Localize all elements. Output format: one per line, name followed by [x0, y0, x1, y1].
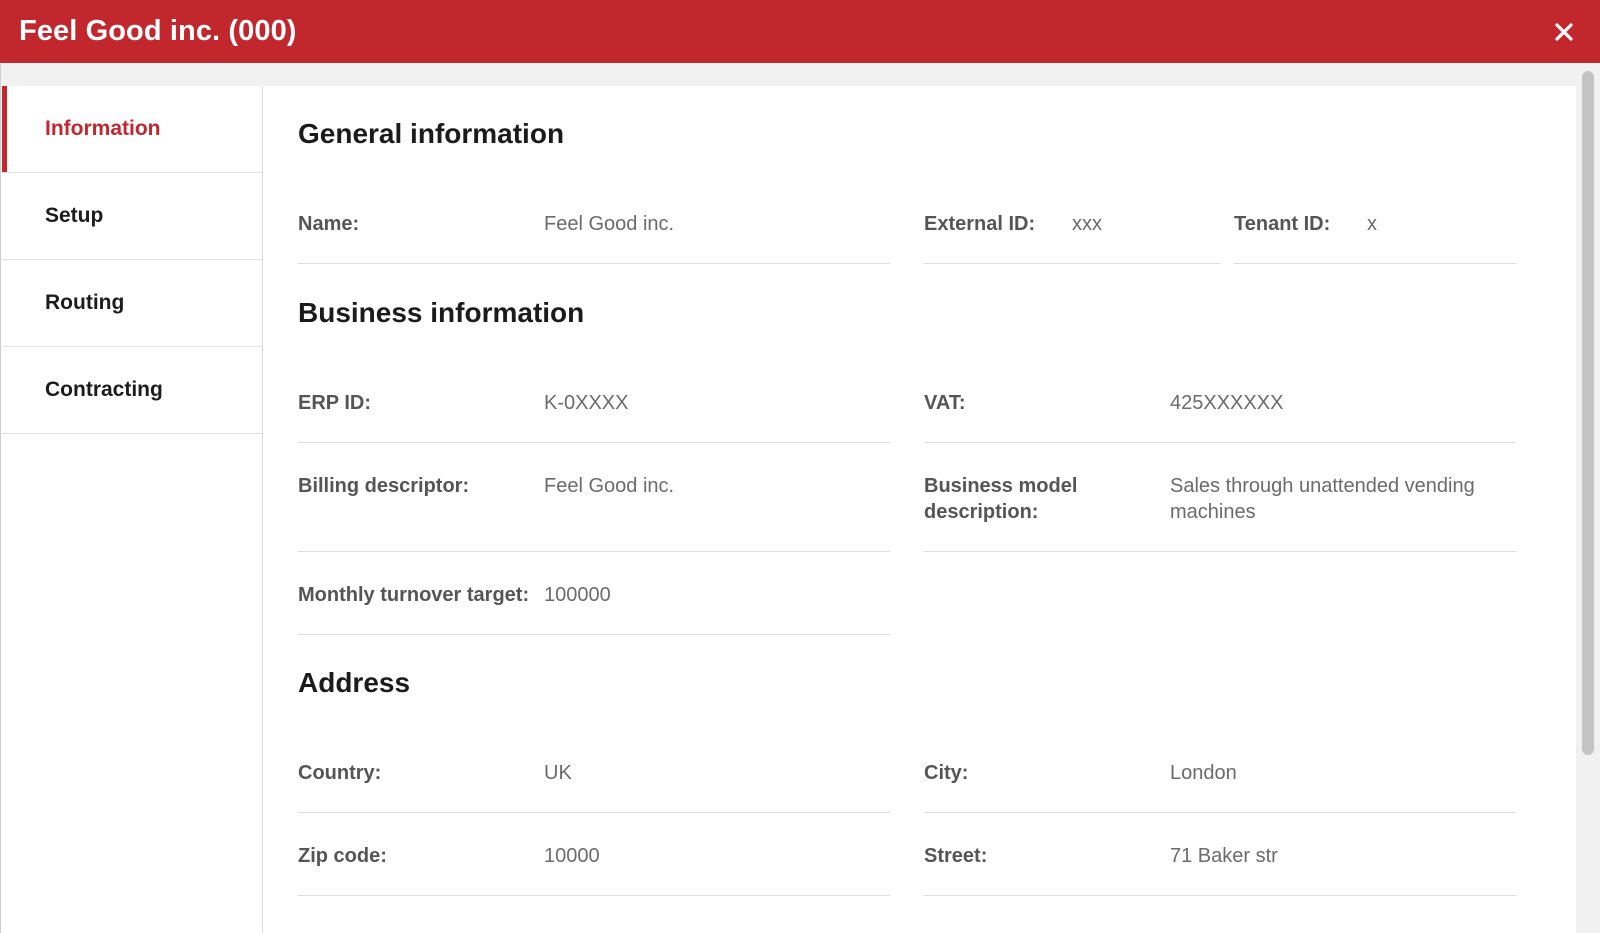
country-field: Country: UK — [298, 760, 890, 813]
general-information-heading: General information — [298, 118, 565, 149]
close-button[interactable] — [1548, 16, 1580, 48]
zip-code-field: Zip code: 10000 — [298, 843, 890, 896]
sidebar-item-routing[interactable]: Routing — [2, 260, 262, 347]
tenant-id-value: x — [1367, 213, 1377, 235]
business-model-value-cont: machines — [1170, 501, 1256, 523]
zip-code-label: Zip code: — [298, 845, 387, 867]
window-title: Feel Good inc. (000) — [19, 15, 297, 47]
business-model-value: Sales through unattended vending — [1170, 475, 1475, 497]
external-id-field: External ID: xxx — [924, 211, 1220, 264]
erp-id-field: ERP ID: K-0XXXX — [298, 390, 890, 443]
name-label: Name: — [298, 213, 360, 235]
street-field: Street: 71 Baker str — [924, 843, 1516, 896]
street-label: Street: — [924, 845, 988, 867]
city-field: City: London — [924, 760, 1516, 813]
sidebar-item-information[interactable]: Information — [2, 86, 262, 173]
name-field: Name: Feel Good inc. — [298, 211, 890, 264]
vertical-scrollbar[interactable] — [1576, 63, 1600, 933]
monthly-turnover-value: 100000 — [544, 584, 611, 606]
country-label: Country: — [298, 762, 382, 784]
business-model-field: Business model description: Sales throug… — [924, 473, 1516, 552]
tenant-id-field: Tenant ID: x — [1234, 211, 1516, 264]
tenant-id-label: Tenant ID: — [1234, 213, 1331, 235]
external-id-label: External ID: — [924, 213, 1036, 235]
country-value: UK — [544, 762, 572, 784]
vat-label: VAT: — [924, 392, 966, 414]
erp-id-label: ERP ID: — [298, 392, 371, 414]
external-id-value: xxx — [1072, 213, 1102, 235]
business-model-label-cont: description: — [924, 501, 1039, 523]
street-value: 71 Baker str — [1170, 845, 1278, 867]
monthly-turnover-label: Monthly turnover target: — [298, 584, 530, 606]
vat-value: 425XXXXXX — [1170, 392, 1284, 414]
business-information-heading: Business information — [298, 297, 585, 328]
city-value: London — [1170, 762, 1237, 784]
sidebar-item-setup[interactable]: Setup — [2, 173, 262, 260]
left-border — [0, 63, 1, 933]
sidebar-item-contracting[interactable]: Contracting — [2, 347, 262, 434]
sidebar-nav: Information Setup Routing Contracting — [2, 86, 263, 933]
scrollbar-thumb[interactable] — [1582, 71, 1594, 755]
name-value: Feel Good inc. — [544, 213, 675, 235]
close-icon — [1555, 22, 1573, 41]
monthly-turnover-field: Monthly turnover target: 100000 — [298, 582, 890, 635]
top-padding-bar — [0, 63, 1576, 86]
address-heading: Address — [298, 667, 411, 698]
erp-id-value: K-0XXXX — [544, 392, 629, 414]
billing-descriptor-label: Billing descriptor: — [298, 475, 470, 497]
title-bar: Feel Good inc. (000) — [0, 0, 1600, 63]
city-label: City: — [924, 762, 969, 784]
billing-descriptor-field: Billing descriptor: Feel Good inc. — [298, 473, 890, 552]
information-panel: General information Name: Feel Good inc.… — [263, 86, 1576, 933]
business-model-label: Business model — [924, 475, 1078, 497]
zip-code-value: 10000 — [544, 845, 600, 867]
vat-field: VAT: 425XXXXXX — [924, 390, 1516, 443]
billing-descriptor-value: Feel Good inc. — [544, 475, 675, 497]
